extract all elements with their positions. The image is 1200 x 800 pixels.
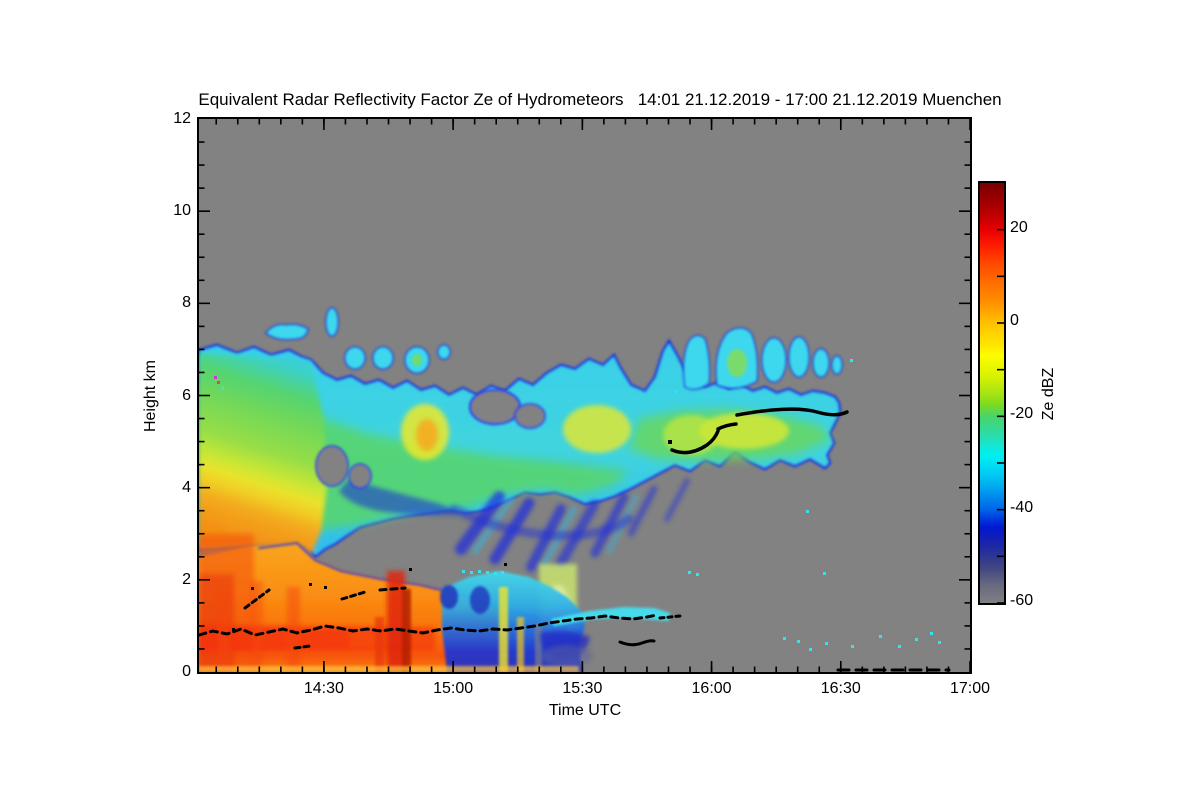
- x-tick-label: 15:00: [433, 680, 474, 697]
- x-axis-title: Time UTC: [548, 702, 622, 719]
- y-tick-label: 12: [173, 110, 191, 127]
- x-tick-label: 17:00: [949, 680, 991, 697]
- colorbar-gradient: [980, 183, 1004, 603]
- colorbar-tick-label: -20: [1010, 405, 1034, 423]
- y-tick-label: 6: [182, 386, 191, 404]
- chart-title: Equivalent Radar Reflectivity Factor Ze …: [198, 90, 1002, 109]
- y-tick-label: 8: [182, 294, 191, 312]
- y-tick-label: 10: [173, 202, 191, 220]
- radar-quicklook-figure: Equivalent Radar Reflectivity Factor Ze …: [0, 0, 1200, 800]
- y-tick-label: 0: [182, 663, 191, 680]
- colorbar-tick-label: -60: [1010, 592, 1034, 609]
- colorbar: [978, 181, 1006, 605]
- colorbar-tick-label: 0: [1010, 312, 1019, 329]
- plot-area: [197, 117, 972, 674]
- y-tick-label: 4: [182, 478, 191, 496]
- x-tick-label: 14:30: [303, 680, 344, 697]
- x-tick-label: 16:00: [691, 680, 732, 697]
- x-tick-label: 15:30: [562, 680, 603, 697]
- y-tick-label: 2: [182, 570, 191, 588]
- colorbar-tick-label: -40: [1010, 498, 1034, 516]
- reflectivity-heatmap: [199, 119, 970, 672]
- x-tick-label: 16:30: [820, 680, 861, 697]
- colorbar-tick-label: 20: [1010, 218, 1028, 236]
